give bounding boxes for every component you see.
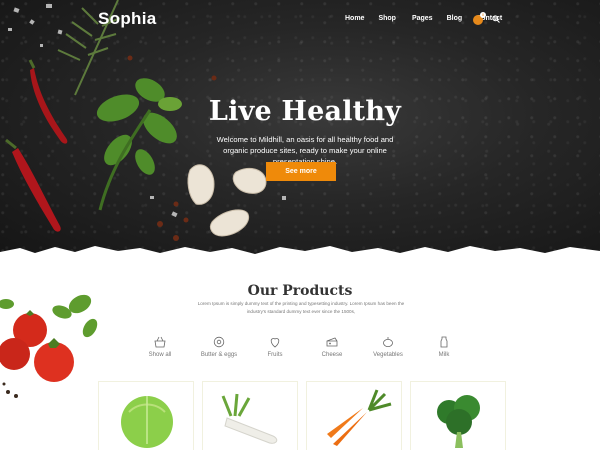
- category-milk[interactable]: Milk: [414, 336, 474, 358]
- nav-item-pages[interactable]: Pages: [412, 15, 433, 22]
- category-show-all[interactable]: Show all: [130, 336, 190, 358]
- hero-title: Live Healthy: [208, 96, 402, 127]
- see-more-button[interactable]: See more: [266, 162, 336, 181]
- milk-icon: [440, 336, 448, 348]
- site-logo[interactable]: Sophia: [98, 9, 156, 29]
- carrot-image: [327, 389, 392, 446]
- strawberry-icon: [270, 338, 280, 348]
- nav-item-blog[interactable]: Blog: [447, 15, 463, 22]
- product-card-radish[interactable]: [202, 381, 298, 450]
- vegetable-icon: [383, 337, 393, 347]
- category-label: Show all: [148, 352, 172, 358]
- category-fruits[interactable]: Fruits: [245, 336, 305, 358]
- product-category-filters: Show all Butter & eggs Fruits Cheese Veg…: [0, 336, 600, 366]
- category-label: Fruits: [267, 352, 283, 358]
- broccoli-image: [437, 395, 480, 448]
- product-card-cabbage[interactable]: [98, 381, 194, 450]
- nav-item-home[interactable]: Home: [345, 15, 364, 22]
- cart-count-badge: 0: [480, 12, 486, 18]
- nav-item-shop[interactable]: Shop: [378, 15, 396, 22]
- category-label: Butter & eggs: [200, 352, 238, 358]
- cabbage-image: [121, 396, 173, 448]
- product-card-carrot[interactable]: [306, 381, 402, 450]
- cheese-icon: [326, 337, 338, 347]
- basket-icon: [154, 336, 166, 348]
- products-description: Lorem Ipsum is simply dummy text of the …: [197, 301, 405, 314]
- radish-image: [221, 393, 278, 444]
- main-nav: Home Shop Pages Blog Contact: [345, 15, 516, 22]
- category-vegetables[interactable]: Vegetables: [358, 336, 418, 358]
- hero-section: [0, 0, 600, 258]
- product-card-broccoli[interactable]: [410, 381, 506, 450]
- products-heading: Our Products: [247, 283, 353, 299]
- category-butter-eggs[interactable]: Butter & eggs: [189, 336, 249, 358]
- category-label: Vegetables: [373, 352, 403, 358]
- egg-icon: [213, 336, 225, 348]
- hero-vegetables-illustration: [5, 0, 286, 241]
- category-label: Cheese: [321, 352, 343, 358]
- category-cheese[interactable]: Cheese: [302, 336, 362, 358]
- search-icon[interactable]: [492, 15, 500, 23]
- category-label: Milk: [438, 352, 450, 358]
- hero-torn-edge: [0, 246, 600, 258]
